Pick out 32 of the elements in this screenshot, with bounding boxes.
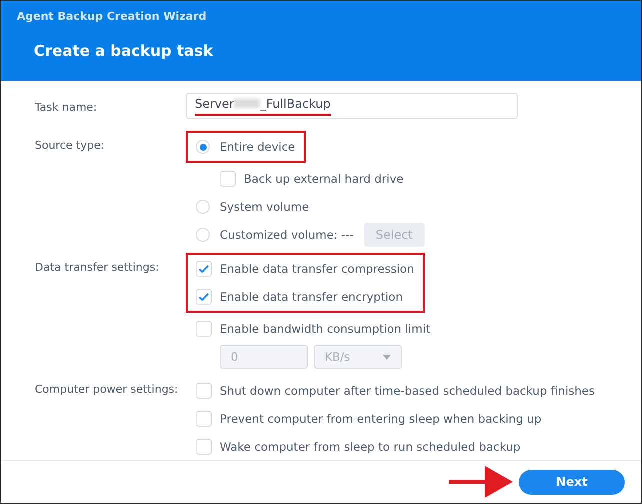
field-label: Task name: bbox=[35, 100, 98, 116]
page-heading: Create a backup task bbox=[34, 42, 214, 60]
checkbox[interactable] bbox=[220, 171, 236, 187]
option-label: Shut down computer after time-based scheduled backup finishes bbox=[220, 384, 595, 398]
option-label: Wake computer from sleep to run scheduled backup bbox=[220, 440, 521, 454]
checkbox[interactable] bbox=[196, 261, 212, 277]
task-name-field[interactable]: Server _FullBackup bbox=[186, 93, 518, 119]
next-button[interactable]: Next bbox=[519, 470, 625, 494]
field-label: Source type: bbox=[35, 138, 106, 154]
checkbox[interactable] bbox=[196, 383, 212, 399]
option-label: System volume bbox=[220, 200, 310, 214]
checkbox[interactable] bbox=[196, 439, 212, 455]
option-label: Customized volume: --- bbox=[220, 228, 354, 242]
caret-icon bbox=[383, 354, 391, 360]
field-label: Data transfer settings: bbox=[35, 260, 160, 276]
unit-text: KB/s bbox=[325, 350, 350, 364]
checkbox[interactable] bbox=[196, 411, 212, 427]
checkbox[interactable] bbox=[196, 321, 212, 337]
field-value: _FullBackup bbox=[260, 96, 331, 110]
radio-button[interactable] bbox=[196, 228, 210, 242]
option-label: Prevent computer from entering sleep when backing up bbox=[220, 412, 542, 426]
checkbox[interactable] bbox=[196, 289, 212, 305]
option-label: Enable data transfer encryption bbox=[220, 290, 404, 304]
option-label: Enable bandwidth consumption limit bbox=[220, 322, 431, 336]
radio-button[interactable] bbox=[196, 140, 210, 154]
option-label: Enable data transfer compression bbox=[220, 262, 414, 276]
radio-button[interactable] bbox=[196, 200, 210, 214]
option-label: Entire device bbox=[220, 140, 296, 154]
option-label: Back up external hard drive bbox=[244, 172, 404, 186]
window-title: Agent Backup Creation Wizard bbox=[17, 10, 208, 23]
field-value: Server bbox=[195, 96, 234, 110]
field-label: Computer power settings: bbox=[35, 382, 180, 398]
